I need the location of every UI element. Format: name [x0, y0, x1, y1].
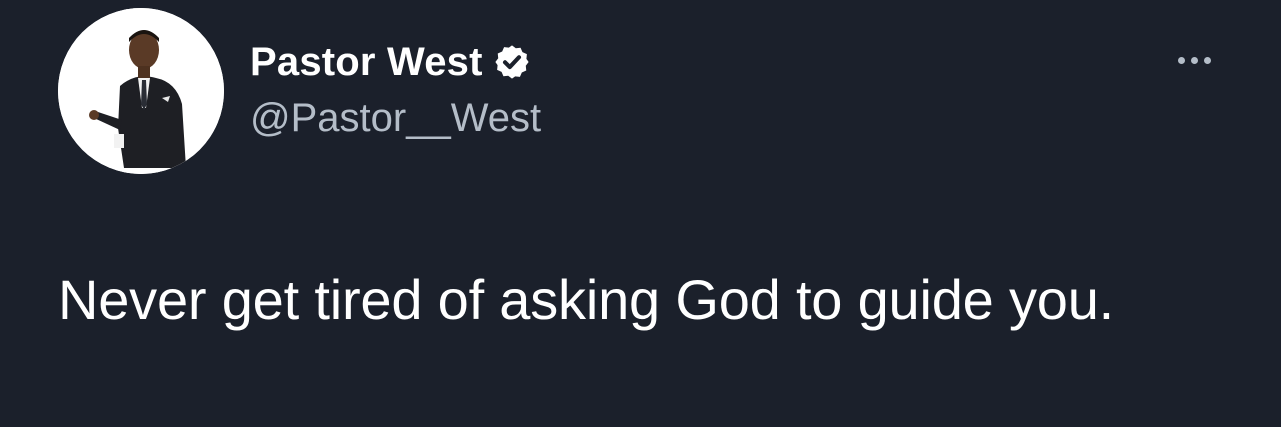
more-options-button[interactable]: [1168, 42, 1220, 78]
avatar[interactable]: [58, 8, 224, 174]
tweet-text: Never get tired of asking God to guide y…: [58, 268, 1115, 331]
author-name-row: Pastor West: [250, 38, 531, 86]
more-dot: [1190, 56, 1198, 64]
author-handle[interactable]: @Pastor__West: [250, 96, 541, 141]
more-horizontal-icon: [1177, 56, 1185, 64]
avatar-photo: [58, 8, 224, 174]
tweet-card: Pastor West @Pastor__West Never get tire…: [0, 0, 1281, 427]
verified-badge-icon: [493, 43, 531, 81]
display-name[interactable]: Pastor West: [250, 40, 483, 85]
more-dot: [1203, 56, 1211, 64]
